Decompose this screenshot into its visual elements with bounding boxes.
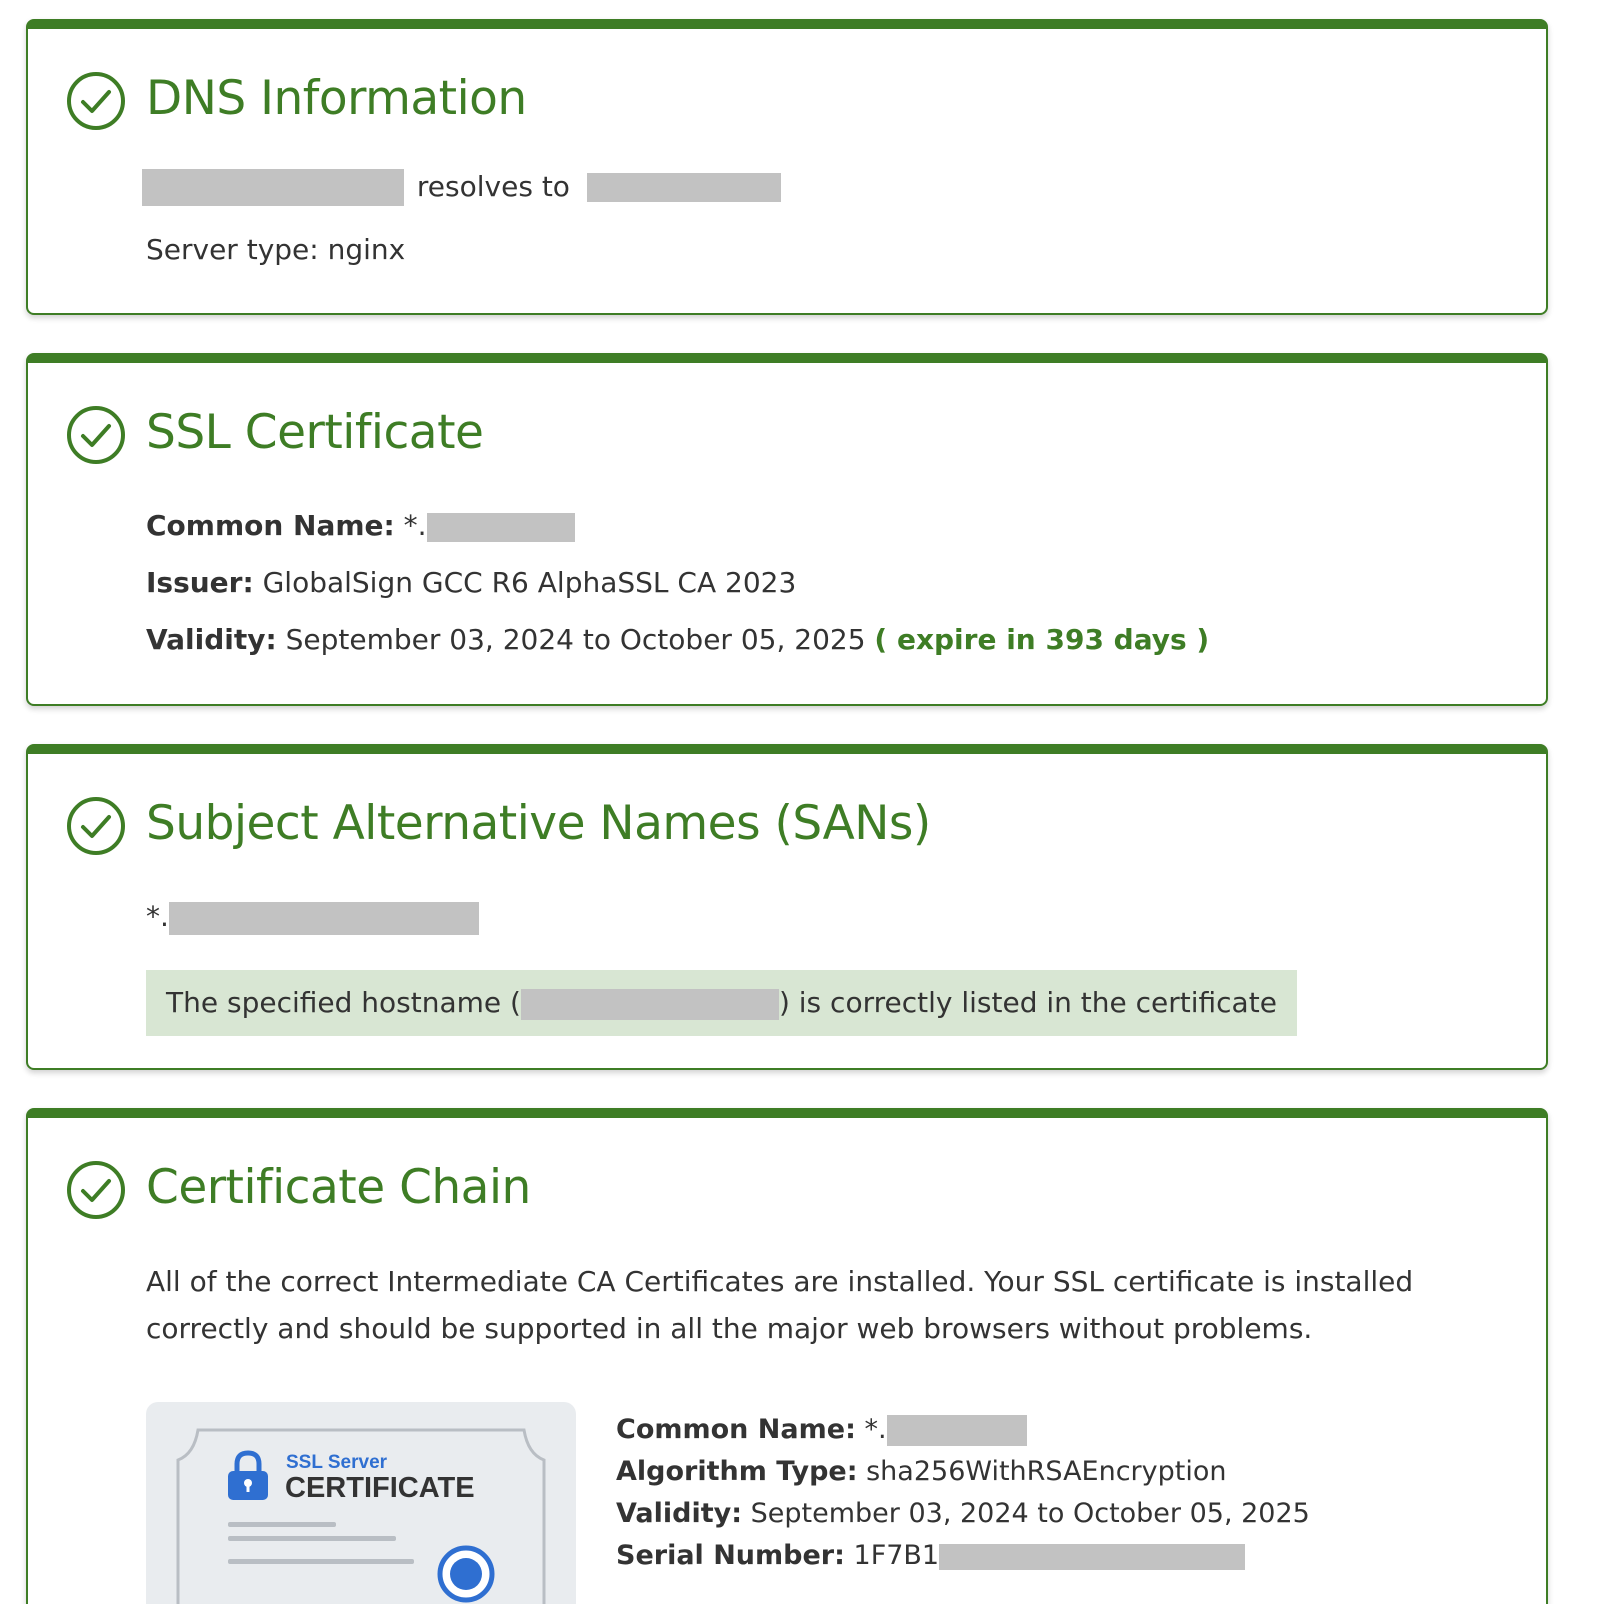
san-prefix: *. — [146, 900, 169, 933]
lock-icon — [228, 1450, 268, 1500]
redacted-chain-common-name — [886, 1415, 1027, 1446]
chain-serial: Serial Number: 1F7B1 — [616, 1540, 1246, 1571]
certificate-illustration: SSL Server CERTIFICATE — [146, 1402, 576, 1604]
dns-resolve-line: resolves to — [142, 169, 781, 206]
san-entry: *. — [146, 900, 479, 935]
chain-description: All of the correct Intermediate CA Certi… — [146, 1265, 1414, 1345]
validity-label: Validity: — [146, 623, 277, 656]
validity-value: September 03, 2024 to October 05, 2025 — [285, 623, 866, 656]
chain-common-name: Common Name: *. — [616, 1414, 1027, 1446]
algorithm-value: sha256WithRSAEncryption — [866, 1456, 1227, 1487]
redacted-san — [168, 901, 479, 935]
algorithm-label: Algorithm Type: — [616, 1456, 858, 1487]
redacted-serial — [939, 1543, 1246, 1570]
ssl-title: SSL Certificate — [146, 405, 484, 460]
notice-after: ) is correctly listed in the certificate — [778, 986, 1277, 1019]
notice-before: The specified hostname ( — [166, 986, 521, 1019]
issuer-label: Issuer: — [146, 566, 254, 599]
cert-big-label: CERTIFICATE — [285, 1472, 475, 1504]
chain-title: Certificate Chain — [146, 1160, 531, 1215]
chain-common-name-value: *. — [864, 1414, 887, 1445]
chain-validity-value: September 03, 2024 to October 05, 2025 — [750, 1498, 1310, 1529]
ssl-certificate-card: SSL Certificate Common Name: *. Issuer: … — [26, 353, 1548, 706]
ssl-validity: Validity: September 03, 2024 to October … — [146, 623, 1209, 656]
ssl-common-name: Common Name: *. — [146, 509, 575, 542]
redacted-common-name — [426, 512, 575, 542]
hostname-match-notice: The specified hostname ( ) is correctly l… — [146, 970, 1297, 1036]
chain-algorithm: Algorithm Type: sha256WithRSAEncryption — [616, 1456, 1227, 1487]
redacted-notice-hostname — [520, 988, 779, 1020]
issuer-value: GlobalSign GCC R6 AlphaSSL CA 2023 — [262, 566, 797, 599]
check-circle-icon — [67, 72, 125, 130]
common-name-label: Common Name: — [146, 509, 395, 542]
sans-card: Subject Alternative Names (SANs) *. The … — [26, 744, 1548, 1070]
ssl-issuer: Issuer: GlobalSign GCC R6 AlphaSSL CA 20… — [146, 566, 796, 599]
chain-validity: Validity: September 03, 2024 to October … — [616, 1498, 1310, 1529]
serial-value: 1F7B1 — [853, 1540, 940, 1571]
check-circle-icon — [67, 1161, 125, 1219]
resolves-to-text: resolves to — [416, 169, 570, 203]
redacted-ip — [586, 173, 781, 202]
common-name-value: *. — [403, 509, 427, 542]
check-circle-icon — [67, 797, 125, 855]
expire-text: ( expire in 393 days ) — [874, 623, 1210, 656]
sans-title: Subject Alternative Names (SANs) — [146, 796, 931, 851]
cert-small-label: SSL Server — [286, 1452, 388, 1473]
dns-title: DNS Information — [146, 71, 527, 126]
chain-common-name-label: Common Name: — [616, 1414, 856, 1445]
chain-validity-label: Validity: — [616, 1498, 743, 1529]
check-circle-icon — [67, 406, 125, 464]
redacted-hostname — [142, 169, 404, 206]
server-type: Server type: nginx — [146, 233, 406, 266]
dns-information-card: DNS Information resolves to Server type:… — [26, 19, 1548, 315]
serial-label: Serial Number: — [616, 1540, 845, 1571]
certificate-chain-card: Certificate Chain All of the correct Int… — [26, 1108, 1548, 1604]
